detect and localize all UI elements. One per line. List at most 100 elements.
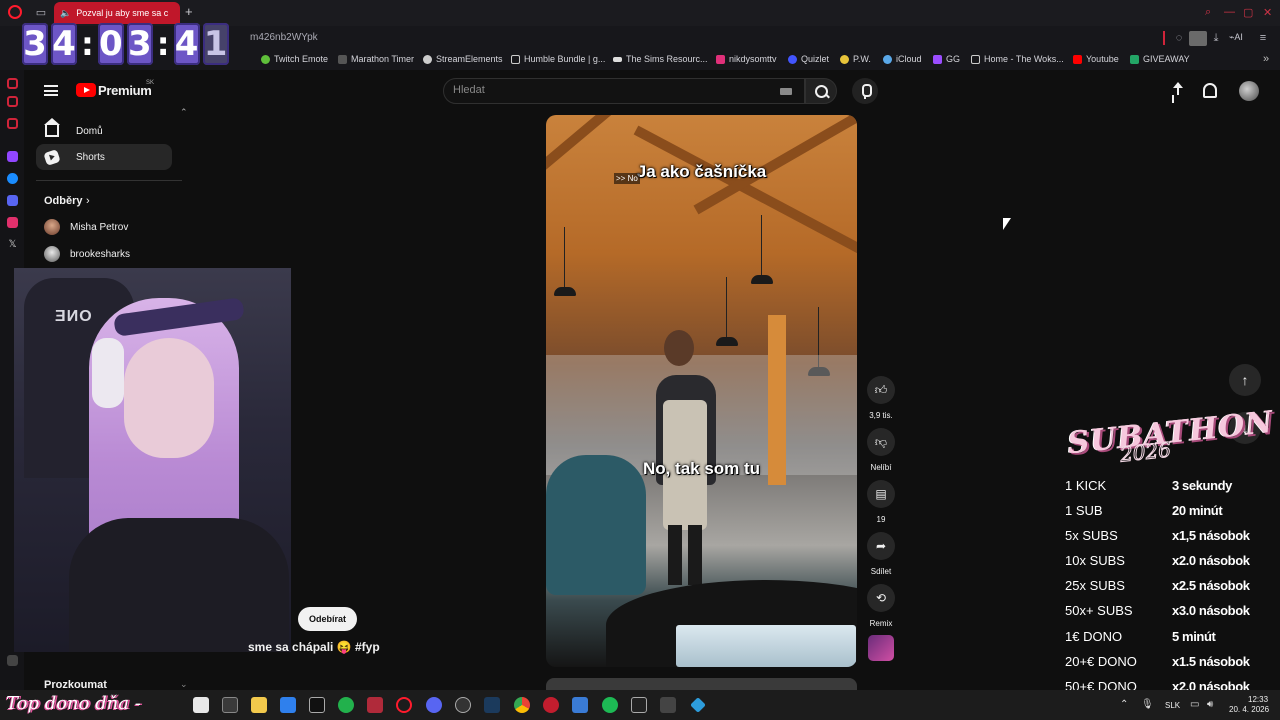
menu-icon[interactable]: ≡ <box>1256 31 1270 45</box>
discord-icon[interactable] <box>426 697 442 713</box>
quizlet-icon <box>788 54 797 64</box>
person-legs <box>668 525 702 585</box>
clock-time[interactable]: 12:33 <box>1248 695 1268 704</box>
messenger-icon[interactable]: ◌ <box>1172 31 1186 45</box>
upload-icon[interactable] <box>1170 82 1186 100</box>
subscription-item[interactable]: Misha Petrov <box>44 219 128 235</box>
bookmark[interactable]: Youtube <box>1073 54 1119 64</box>
discord-icon[interactable] <box>7 195 18 206</box>
like-button[interactable]: 👍︎ <box>867 376 895 404</box>
rule-reward: x2.5 násobok <box>1172 578 1250 593</box>
bookmark[interactable]: Twitch Emote <box>261 54 328 64</box>
bookmark[interactable]: Humble Bundle | g... <box>511 54 605 64</box>
bookmark[interactable]: iCloud <box>883 54 922 64</box>
bookmark[interactable]: StreamElements <box>423 54 503 64</box>
subscription-item[interactable]: brookesharks <box>44 246 130 262</box>
headphone-left <box>92 338 124 408</box>
youtube-logo-icon[interactable] <box>76 83 96 97</box>
app-icon[interactable] <box>543 697 559 713</box>
close-button[interactable]: ✕ <box>1263 6 1272 19</box>
remix-button[interactable]: ⟲ <box>867 584 895 612</box>
next-short-preview[interactable] <box>546 678 857 690</box>
notifications-bell-icon[interactable] <box>1203 83 1217 98</box>
subathon-rule: 20+€ DONO x1.5 násobok <box>1065 654 1275 669</box>
minimize-button[interactable]: — <box>1224 6 1235 18</box>
chrome-icon[interactable] <box>514 697 530 713</box>
timer-colon: : <box>156 25 170 63</box>
media-icon[interactable] <box>367 697 383 713</box>
account-avatar[interactable] <box>1239 81 1259 101</box>
opera-logo-icon[interactable] <box>8 5 22 19</box>
spotify-icon[interactable] <box>602 697 618 713</box>
sidebar-video-icon[interactable] <box>7 96 18 107</box>
thumbs-down-icon: 👎︎ <box>874 434 888 449</box>
folder-icon[interactable] <box>251 697 267 713</box>
network-icon[interactable]: ▭ <box>1190 699 1199 710</box>
bookmark[interactable]: nikdysomttv <box>716 54 777 64</box>
comment-icon: ▤ <box>875 487 887 501</box>
dislike-button[interactable]: 👎︎ <box>867 428 895 456</box>
url-text[interactable]: m426nb2WYpk <box>250 32 318 43</box>
microphone-icon[interactable]: 🎙︎ <box>1141 699 1154 710</box>
tab-list-icon[interactable]: ▭ <box>34 6 48 20</box>
chevron-right-icon[interactable]: › <box>86 195 90 207</box>
new-tab-button[interactable]: + <box>185 4 193 19</box>
maximize-button[interactable]: ▢ <box>1243 6 1253 19</box>
subscribe-button[interactable]: Odebírat <box>298 607 358 631</box>
search-tabs-icon[interactable]: ⌕ <box>1205 6 1211 19</box>
keyboard-icon[interactable] <box>780 88 792 95</box>
bookmark[interactable]: P.W. <box>840 54 871 64</box>
messenger-icon[interactable] <box>7 173 18 184</box>
short-title[interactable]: sme sa chápali 😝 #fyp <box>248 640 380 654</box>
calc-icon[interactable] <box>660 697 676 713</box>
bookmark[interactable]: Marathon Timer <box>338 54 414 64</box>
previous-short-button[interactable]: ↑ <box>1229 364 1261 396</box>
sidebar-settings-icon[interactable] <box>7 655 18 666</box>
thumbs-up-icon: 👍︎ <box>874 382 888 397</box>
steam-icon[interactable] <box>484 697 500 713</box>
collapse-caret-icon[interactable]: ⌃ <box>180 107 188 118</box>
search-button[interactable] <box>805 78 837 104</box>
bookmark[interactable]: GG <box>933 54 960 64</box>
bookmark[interactable]: Home - The Woks... <box>971 54 1064 64</box>
tab-active[interactable]: 🔈 Pozval ju aby sme sa c <box>54 2 180 24</box>
language-indicator[interactable]: SLK <box>1165 701 1180 710</box>
sidebar-home-icon[interactable] <box>7 78 18 89</box>
app-icon[interactable] <box>572 697 588 713</box>
rule-reward: x1,5 násobok <box>1172 528 1250 543</box>
rule-reward: x2.0 násobok <box>1172 553 1250 568</box>
rule-trigger: 5x SUBS <box>1065 528 1118 543</box>
sidebar-news-icon[interactable] <box>7 118 18 129</box>
download-icon[interactable]: ⤓ <box>1209 31 1223 45</box>
bookmark[interactable]: The Sims Resourc... <box>613 54 708 64</box>
hamburger-menu-icon[interactable] <box>44 85 58 96</box>
comments-button[interactable]: ▤ <box>867 480 895 508</box>
subscriptions-heading[interactable]: Odběry <box>44 195 83 207</box>
tray-overflow-icon[interactable]: ⌃ <box>1120 699 1128 710</box>
bookmark[interactable]: GIVEAWAY <box>1130 54 1190 64</box>
voice-search-button[interactable] <box>852 78 878 104</box>
sound-thumbnail[interactable] <box>868 635 894 661</box>
xbox-icon[interactable] <box>338 697 354 713</box>
opera-icon[interactable] <box>396 697 412 713</box>
shorts-video-player[interactable]: Ja ako čašníčka >> No No, tak som tu <box>546 115 857 667</box>
steam-icon[interactable] <box>455 697 471 713</box>
volume-icon[interactable]: 🔊︎ <box>1207 699 1213 710</box>
chevron-down-icon[interactable]: ⌄ <box>180 679 188 690</box>
profile-thumb[interactable] <box>1189 31 1207 46</box>
twitch-icon[interactable] <box>7 151 18 162</box>
file-icon[interactable] <box>193 697 209 713</box>
store-icon[interactable] <box>280 697 296 713</box>
ai-button[interactable]: ⌁AI <box>1229 32 1243 43</box>
terminal-icon[interactable] <box>309 697 325 713</box>
calculator-icon[interactable] <box>222 697 238 713</box>
clock-date[interactable]: 20. 4. 2026 <box>1229 705 1269 714</box>
bookmarks-more-icon[interactable]: » <box>1263 53 1269 65</box>
search-input[interactable] <box>453 84 753 96</box>
bookmark[interactable]: Quizlet <box>788 54 829 64</box>
x-icon[interactable]: 𝕏 <box>7 239 18 250</box>
youtube-brand[interactable]: Premium <box>98 83 152 98</box>
share-button[interactable]: ➦ <box>867 532 895 560</box>
terminal-icon[interactable] <box>631 697 647 713</box>
instagram-icon[interactable] <box>7 217 18 228</box>
